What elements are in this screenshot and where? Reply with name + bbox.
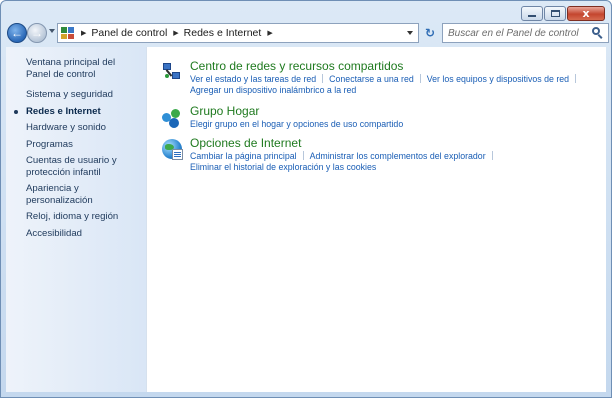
task-link[interactable]: Ver los equipos y dispositivos de red: [427, 74, 569, 85]
refresh-button[interactable]: ↻: [421, 23, 439, 43]
caption-buttons: x: [521, 6, 605, 21]
sidebar-item-clock-language[interactable]: Reloj, idioma y región: [6, 211, 146, 223]
internet-options-icon[interactable]: [160, 137, 184, 161]
sidebar-item-appearance[interactable]: Apariencia y personalización: [6, 183, 146, 206]
sidebar-home-link[interactable]: Ventana principal del Panel de control: [6, 57, 146, 80]
sidebar-item-hardware-sound[interactable]: Hardware y sonido: [6, 122, 146, 134]
task-link[interactable]: Cambiar la página principal: [190, 151, 297, 162]
search-input[interactable]: [443, 24, 591, 42]
task-separator: [322, 74, 324, 83]
sidebar-item-accessibility[interactable]: Accesibilidad: [6, 228, 146, 240]
navigation-bar: ← → ▶ Panel de control ▶ Redes e Interne…: [5, 22, 609, 44]
task-separator: [419, 74, 421, 83]
breadcrumb-separator-icon[interactable]: ▶: [267, 29, 272, 37]
task-link[interactable]: Agregar un dispositivo inalámbrico a la …: [190, 85, 356, 96]
maximize-icon: [550, 10, 560, 17]
close-button[interactable]: x: [567, 6, 605, 21]
sidebar-item-network-internet[interactable]: Redes e Internet: [6, 106, 146, 118]
control-panel-window: x ← → ▶ Panel de control ▶ Redes e Inter…: [0, 0, 612, 398]
sidebar-item-system-security[interactable]: Sistema y seguridad: [6, 89, 146, 101]
category-title[interactable]: Grupo Hogar: [190, 104, 259, 118]
main-content: Centro de redes y recursos compartidos V…: [146, 47, 606, 392]
recent-pages-dropdown[interactable]: [49, 29, 55, 33]
homegroup-icon[interactable]: [160, 105, 184, 129]
sidebar-item-programs[interactable]: Programas: [6, 139, 146, 151]
sidebar-item-user-accounts[interactable]: Cuentas de usuario y protección infantil: [6, 155, 146, 178]
task-link[interactable]: Administrar los complementos del explora…: [310, 151, 486, 162]
category-title[interactable]: Opciones de Internet: [190, 136, 301, 150]
breadcrumb-control-panel[interactable]: Panel de control: [91, 27, 167, 39]
maximize-button[interactable]: [544, 6, 566, 21]
category-task-list: Cambiar la página principal Administrar l…: [190, 151, 499, 173]
address-bar[interactable]: ▶ Panel de control ▶ Redes e Internet ▶: [57, 23, 419, 43]
breadcrumb-network-internet[interactable]: Redes e Internet: [184, 27, 262, 39]
task-link[interactable]: Conectarse a una red: [329, 74, 414, 85]
control-panel-icon: [61, 26, 75, 40]
search-box[interactable]: [442, 23, 609, 43]
task-separator: [575, 74, 577, 83]
back-arrow-icon: ←: [11, 26, 23, 40]
network-center-icon[interactable]: [160, 60, 184, 84]
category-task-list: Ver el estado y las tareas de red Conecta…: [190, 74, 582, 96]
task-separator: [302, 151, 304, 160]
sidebar: Ventana principal del Panel de control S…: [6, 47, 146, 392]
address-dropdown-button[interactable]: [402, 24, 418, 42]
breadcrumb-separator-icon[interactable]: ▶: [81, 29, 86, 37]
breadcrumb-separator-icon[interactable]: ▶: [173, 29, 178, 37]
category-task-list: Elegir grupo en el hogar y opciones de u…: [190, 119, 403, 130]
task-link[interactable]: Eliminar el historial de exploración y l…: [190, 162, 376, 173]
refresh-icon: ↻: [424, 26, 436, 40]
back-button[interactable]: ←: [7, 23, 27, 43]
task-link[interactable]: Elegir grupo en el hogar y opciones de u…: [190, 119, 403, 130]
minimize-icon: [528, 15, 536, 17]
forward-button[interactable]: →: [27, 23, 47, 43]
category-title[interactable]: Centro de redes y recursos compartidos: [190, 59, 403, 73]
minimize-button[interactable]: [521, 6, 543, 21]
task-link[interactable]: Ver el estado y las tareas de red: [190, 74, 316, 85]
close-icon: x: [582, 7, 590, 20]
forward-arrow-icon: →: [31, 26, 43, 40]
search-icon[interactable]: [592, 27, 604, 39]
task-separator: [491, 151, 493, 160]
